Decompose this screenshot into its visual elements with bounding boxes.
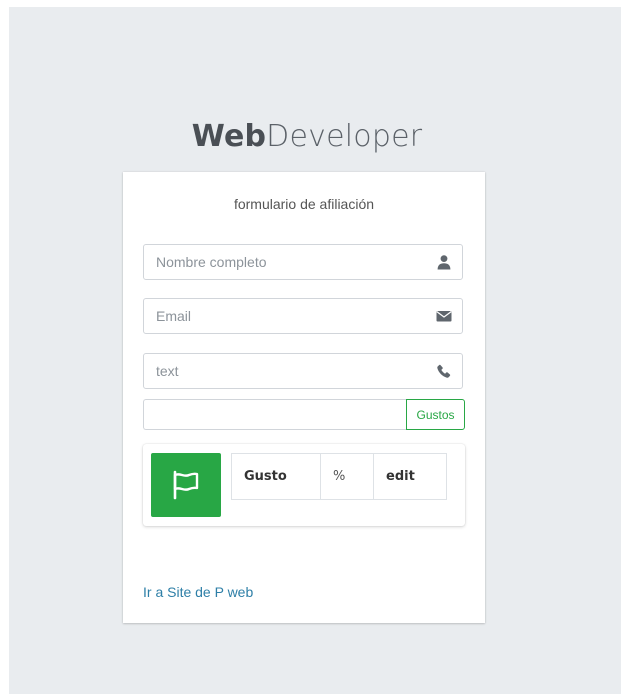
site-logo: WebDeveloper bbox=[9, 119, 605, 154]
signup-card: formulario de afiliación Gustos bbox=[123, 172, 485, 623]
gustos-info-box: Gusto % edit bbox=[143, 444, 465, 526]
site-link[interactable]: Ir a Site de P web bbox=[143, 584, 253, 600]
fullname-input[interactable] bbox=[144, 245, 424, 279]
gustos-table: Gusto % edit bbox=[231, 453, 447, 500]
form-title: formulario de afiliación bbox=[233, 196, 375, 212]
fullname-field-group bbox=[143, 244, 463, 280]
phone-icon bbox=[437, 364, 451, 378]
logo-bold: Web bbox=[191, 119, 267, 154]
gustos-input-group: Gustos bbox=[143, 399, 465, 430]
email-field-group bbox=[143, 298, 463, 334]
logo-light: Developer bbox=[266, 119, 423, 154]
column-edit: edit bbox=[373, 453, 447, 500]
user-icon bbox=[437, 255, 451, 270]
page-background: WebDeveloper formulario de afiliación No… bbox=[9, 7, 621, 694]
email-input[interactable] bbox=[144, 299, 424, 333]
flag-icon bbox=[173, 470, 199, 500]
phone-input[interactable] bbox=[144, 354, 424, 388]
table-header-row: Gusto % edit bbox=[231, 453, 447, 500]
info-box-icon bbox=[151, 453, 221, 517]
phone-field-group bbox=[143, 353, 463, 389]
envelope-icon bbox=[436, 311, 452, 322]
column-gusto: Gusto bbox=[231, 453, 321, 500]
gustos-input[interactable] bbox=[143, 399, 406, 430]
gustos-button[interactable]: Gustos bbox=[406, 399, 465, 430]
column-percent: % bbox=[320, 453, 374, 500]
